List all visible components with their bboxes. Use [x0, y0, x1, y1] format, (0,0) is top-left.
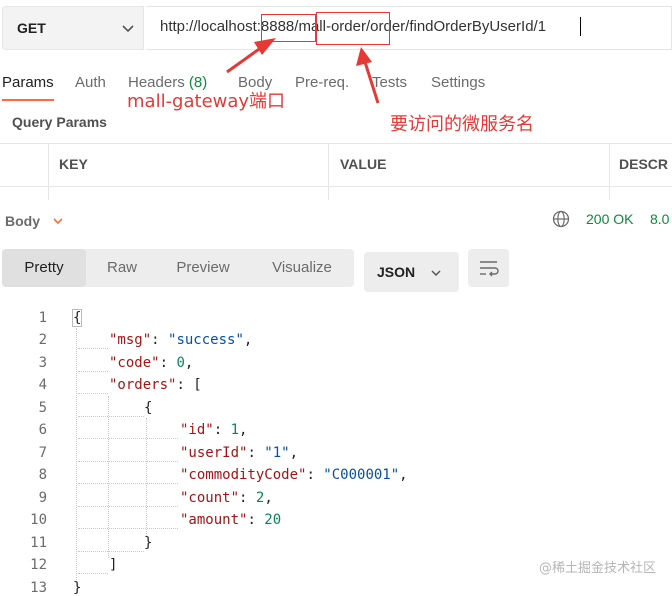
service-name-annotation: 要访问的微服务名 [390, 114, 534, 135]
arrow-to-service [356, 47, 380, 104]
annotation-arrows [226, 38, 380, 104]
gateway-port-annotation: mall-gateway端口 [127, 91, 286, 112]
arrow-to-port [226, 38, 276, 74]
watermark: @稀土掘金技术社区 [538, 561, 656, 576]
